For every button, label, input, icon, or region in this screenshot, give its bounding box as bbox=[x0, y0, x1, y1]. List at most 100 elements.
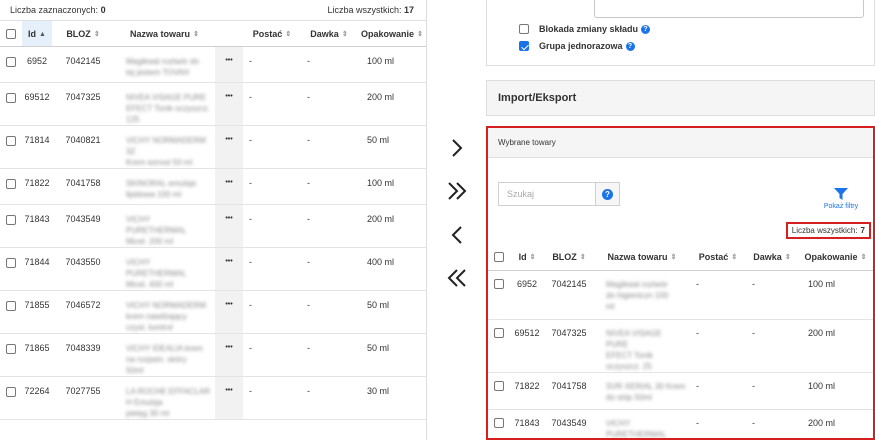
table-row[interactable]: 71822 7041758 SKINORAL emulsja lipidowa 100… bbox=[0, 168, 426, 205]
table-row[interactable]: 71814 7040821 VICHY NORMADERM 3Z Krem wzros… bbox=[0, 125, 426, 169]
search-help-button[interactable]: ? bbox=[595, 183, 619, 205]
sort-asc-icon: ▲ bbox=[39, 30, 46, 38]
row-checkbox[interactable] bbox=[6, 56, 16, 67]
select-all-checkbox[interactable] bbox=[6, 28, 16, 39]
sort-icon: ⇕ bbox=[670, 253, 677, 261]
table-row[interactable]: 69512 7047325 NIVEA VISAGE PURE EFECT Tonik… bbox=[488, 319, 873, 373]
lock-composition-option[interactable]: Blokada zmiany składu ? bbox=[519, 24, 651, 34]
row-actions-button[interactable]: ••• bbox=[215, 333, 243, 377]
row-checkbox-cell bbox=[0, 333, 22, 377]
column-header-id[interactable]: Id ▲ bbox=[22, 20, 52, 47]
cell-bloz: 7047325 bbox=[544, 319, 594, 373]
row-checkbox[interactable] bbox=[494, 381, 504, 392]
column-header-id[interactable]: Id ⇕ bbox=[510, 244, 544, 271]
move-selected-left-button[interactable] bbox=[446, 223, 468, 247]
column-header-name[interactable]: Nazwa towaru ⇕ bbox=[594, 244, 690, 271]
product-name-line: Micel. 200 ml bbox=[126, 237, 174, 246]
row-checkbox-cell bbox=[0, 125, 22, 169]
lock-composition-checkbox[interactable] bbox=[519, 24, 529, 34]
cell-id: 71855 bbox=[22, 290, 52, 334]
sort-icon: ⇕ bbox=[579, 253, 586, 261]
product-name-redacted: VICHY PURETHERMAL Micel. 400 ml bbox=[126, 257, 211, 290]
cell-dose: - bbox=[301, 46, 357, 83]
import-export-section[interactable]: Import/Eksport bbox=[486, 80, 875, 116]
row-actions-button[interactable]: ••• bbox=[215, 82, 243, 126]
group-options-box: Blokada zmiany składu ? Grupa jednorazow… bbox=[486, 0, 875, 66]
cell-pack: 200 ml bbox=[798, 319, 873, 373]
row-checkbox[interactable] bbox=[494, 418, 504, 429]
table-row[interactable]: 71822 7041758 SVR XERIAL 30 Krem do stóp 50… bbox=[488, 372, 873, 410]
move-all-right-button[interactable] bbox=[446, 179, 468, 203]
table-row[interactable]: 71843 7043549 VICHY PURETHERMAL Micel. 200 … bbox=[0, 204, 426, 248]
disposable-group-option[interactable]: Grupa jednorazowa ? bbox=[519, 41, 635, 51]
row-actions-button[interactable]: ••• bbox=[215, 46, 243, 83]
row-checkbox-cell bbox=[0, 82, 22, 126]
cell-pack: 30 ml bbox=[357, 376, 426, 420]
row-checkbox[interactable] bbox=[6, 386, 16, 397]
total-count: Liczba wszystkich: 17 bbox=[327, 5, 414, 15]
search-input[interactable] bbox=[499, 183, 595, 205]
cell-name: VICHY NORMADERM 3Z Krem wzrost 50 ml bbox=[114, 125, 215, 169]
table-row[interactable]: 71865 7048339 VICHY IDEALIA krem na rozjaśn… bbox=[0, 333, 426, 377]
row-checkbox[interactable] bbox=[6, 343, 16, 354]
row-actions-button[interactable]: ••• bbox=[215, 290, 243, 334]
column-header-dose[interactable]: Dawka ⇕ bbox=[746, 244, 798, 271]
product-name-line: VICHY IDEALIA krem bbox=[126, 344, 203, 353]
table-row[interactable]: 71855 7046572 VICHY NORMADERM krem nawilżaj… bbox=[0, 290, 426, 334]
selected-products-header: Wybrane towary bbox=[488, 128, 873, 158]
move-all-left-button[interactable] bbox=[446, 266, 468, 290]
table-header-row: Id ⇕ BLOZ ⇕ Nazwa towaru ⇕ Postać ⇕ Dawka ⇕ O… bbox=[488, 244, 873, 271]
column-header-bloz[interactable]: BLOZ ⇕ bbox=[52, 20, 114, 47]
cell-bloz: 7048339 bbox=[52, 333, 114, 377]
row-actions-button[interactable]: ••• bbox=[215, 125, 243, 169]
row-checkbox[interactable] bbox=[6, 135, 16, 146]
product-name-line: tej jestem TOVAH bbox=[126, 68, 190, 77]
row-actions-button[interactable]: ••• bbox=[215, 247, 243, 291]
column-header-form[interactable]: Postać ⇕ bbox=[690, 244, 746, 271]
cell-id: 71844 bbox=[22, 247, 52, 291]
import-export-title: Import/Eksport bbox=[498, 92, 577, 104]
table-row[interactable]: 69512 7047325 NIVEA VISAGE PURE EFECT Tonik… bbox=[0, 82, 426, 126]
cell-bloz: 7043549 bbox=[544, 409, 594, 438]
description-textarea[interactable] bbox=[594, 0, 864, 18]
table-header-row: Id ▲ BLOZ ⇕ Nazwa towaru ⇕ Postać ⇕ Dawka ⇕ O… bbox=[0, 20, 426, 47]
row-actions-button[interactable]: ••• bbox=[215, 204, 243, 248]
column-header-form[interactable]: Postać ⇕ bbox=[243, 20, 301, 47]
show-filters-button[interactable]: Pokaż filtry bbox=[821, 188, 861, 210]
table-row[interactable]: 718437043549 VICHY PURETHERMALMicel. 200m… bbox=[488, 409, 873, 438]
cell-bloz: 7040821 bbox=[52, 125, 114, 169]
row-checkbox[interactable] bbox=[6, 300, 16, 311]
sort-icon: ⇕ bbox=[529, 253, 536, 261]
row-checkbox[interactable] bbox=[494, 328, 504, 339]
help-icon[interactable]: ? bbox=[625, 41, 635, 51]
row-checkbox[interactable] bbox=[6, 92, 16, 103]
product-name-redacted: Magikwal roztwór do tej jestem TOVAH bbox=[126, 56, 211, 78]
cell-name: SKINORAL emulsja lipidowa 100 ml bbox=[114, 168, 215, 205]
product-name-line: do higieniczn 100 bbox=[606, 290, 669, 300]
move-selected-right-button[interactable] bbox=[446, 136, 468, 160]
row-checkbox[interactable] bbox=[6, 214, 16, 225]
row-checkbox[interactable] bbox=[6, 257, 16, 268]
cell-pack: 50 ml bbox=[357, 125, 426, 169]
row-actions-button[interactable]: ••• bbox=[215, 376, 243, 420]
row-actions-button[interactable]: ••• bbox=[215, 168, 243, 205]
select-all-checkbox[interactable] bbox=[494, 252, 504, 263]
table-row[interactable]: 72264 7027755 LA ROCHE EFFACLAR H Emulsja pi… bbox=[0, 376, 426, 420]
row-checkbox[interactable] bbox=[6, 178, 16, 189]
disposable-group-checkbox[interactable] bbox=[519, 41, 529, 51]
column-header-pack[interactable]: Opakowanie ⇕ bbox=[357, 20, 426, 47]
show-filters-label: Pokaż filtry bbox=[823, 203, 859, 210]
table-row[interactable]: 6952 7042145 Magikwal roztwór do tej jestem… bbox=[0, 46, 426, 83]
double-chevron-left-icon bbox=[447, 269, 466, 287]
column-header-pack[interactable]: Opakowanie ⇕ bbox=[798, 244, 873, 271]
help-icon[interactable]: ? bbox=[641, 24, 651, 34]
row-checkbox[interactable] bbox=[494, 279, 504, 290]
column-header-bloz[interactable]: BLOZ ⇕ bbox=[544, 244, 594, 271]
cell-id: 69512 bbox=[510, 319, 544, 373]
column-header-name[interactable]: Nazwa towaru ⇕ bbox=[114, 20, 215, 47]
table-row[interactable]: 6952 7042145 Magikwal roztwór do higieniczn… bbox=[488, 270, 873, 320]
column-header-dose[interactable]: Dawka ⇕ bbox=[301, 20, 357, 47]
column-header-actions bbox=[215, 20, 243, 47]
table-row[interactable]: 71844 7043550 VICHY PURETHERMAL Micel. 400 … bbox=[0, 247, 426, 291]
cell-form: - bbox=[243, 82, 301, 126]
